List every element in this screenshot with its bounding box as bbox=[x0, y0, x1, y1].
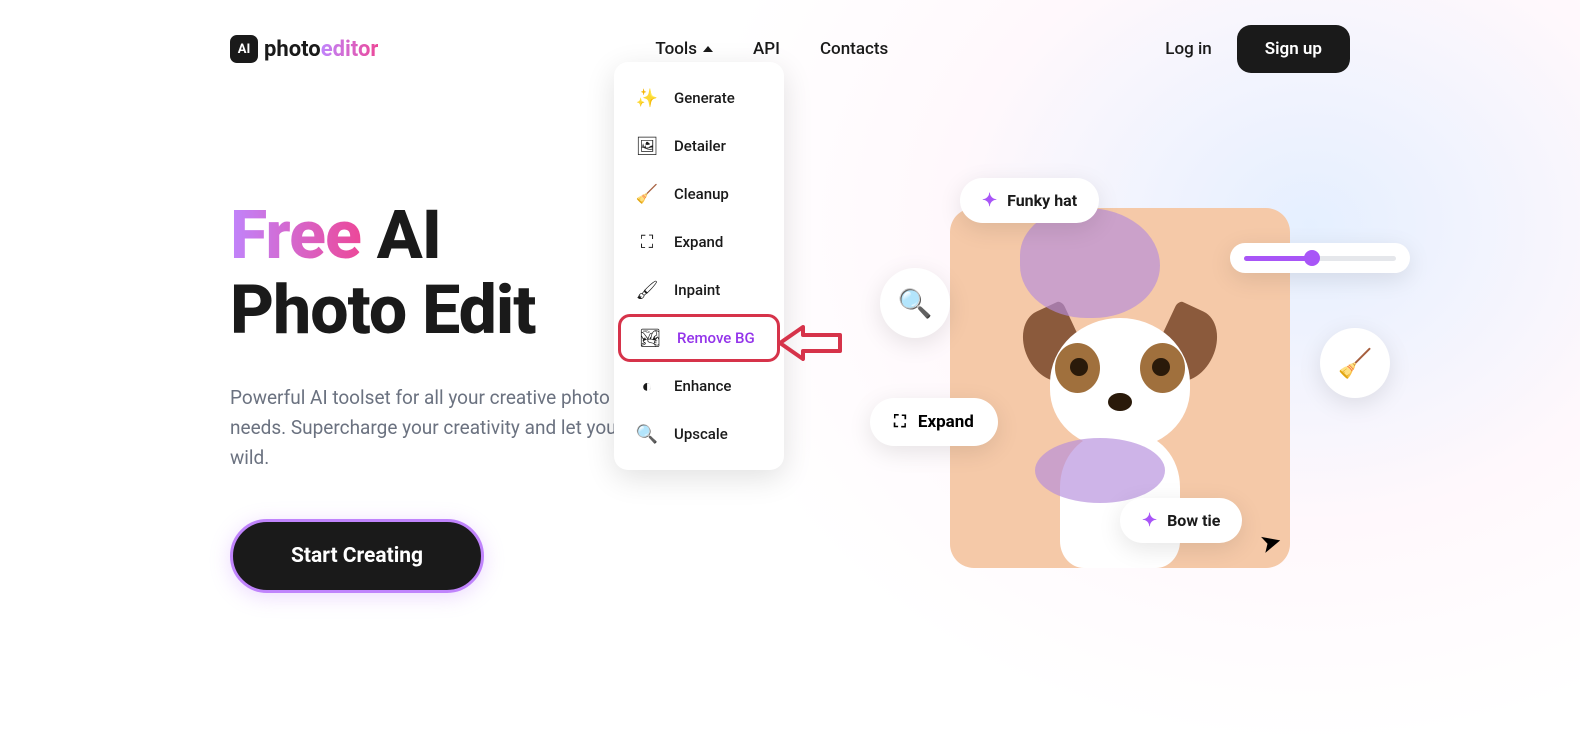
eraser-sparkle-icon: 🧹 bbox=[1338, 347, 1373, 380]
image-icon: 🖼 bbox=[634, 133, 660, 159]
hero-section: Free AIPhoto Edit Powerful AI toolset fo… bbox=[0, 198, 1580, 593]
start-creating-button[interactable]: Start Creating bbox=[230, 519, 484, 593]
dropdown-item-expand[interactable]: ⛶Expand bbox=[614, 218, 784, 266]
sparkle-icon: ✦ bbox=[982, 190, 997, 211]
logo[interactable]: AI photoeditor bbox=[230, 35, 378, 63]
zoom-widget[interactable]: 🔍 bbox=[880, 268, 950, 338]
hero-illustration: ✦Funky hat ✦Bow tie 🔍 🧹 ⛶Expand ➤ bbox=[870, 148, 1350, 648]
slider-track bbox=[1244, 256, 1396, 261]
dropdown-item-remove-bg[interactable]: 🏞Remove BG bbox=[618, 314, 780, 362]
slider-thumb[interactable] bbox=[1304, 250, 1320, 266]
dropdown-item-enhance[interactable]: ◐Enhance bbox=[614, 362, 784, 410]
inpaint-blob-hat bbox=[1020, 208, 1160, 318]
nav-contacts[interactable]: Contacts bbox=[820, 39, 888, 59]
login-link[interactable]: Log in bbox=[1165, 39, 1211, 59]
pill-funky-hat[interactable]: ✦Funky hat bbox=[960, 178, 1099, 223]
wand-icon: ✨ bbox=[634, 85, 660, 111]
tools-dropdown: ✨Generate 🖼Detailer 🧹Cleanup ⛶Expand 🖌In… bbox=[614, 62, 784, 470]
slider-fill bbox=[1244, 256, 1312, 261]
remove-bg-icon: 🏞 bbox=[637, 325, 663, 351]
auth-area: Log in Sign up bbox=[1165, 25, 1350, 73]
dropdown-item-cleanup[interactable]: 🧹Cleanup bbox=[614, 170, 784, 218]
annotation-arrow bbox=[778, 325, 843, 361]
dropdown-item-detailer[interactable]: 🖼Detailer bbox=[614, 122, 784, 170]
enhance-icon: ◐ bbox=[634, 373, 660, 399]
slider-widget[interactable] bbox=[1230, 243, 1410, 273]
sparkle-icon: ✦ bbox=[1142, 510, 1157, 531]
inpaint-blob-bowtie bbox=[1035, 438, 1165, 503]
upscale-icon: 🔍 bbox=[634, 421, 660, 447]
signup-button[interactable]: Sign up bbox=[1237, 25, 1350, 73]
magnifier-icon: 🔍 bbox=[898, 287, 933, 320]
dropdown-item-upscale[interactable]: 🔍Upscale bbox=[614, 410, 784, 458]
caret-up-icon bbox=[703, 46, 713, 52]
nav-tools[interactable]: Tools bbox=[655, 39, 713, 59]
expand-widget[interactable]: ⛶Expand bbox=[870, 398, 998, 446]
logo-text-editor: editor bbox=[321, 37, 379, 62]
dropdown-item-inpaint[interactable]: 🖌Inpaint bbox=[614, 266, 784, 314]
dropdown-item-generate[interactable]: ✨Generate bbox=[614, 74, 784, 122]
eraser-widget[interactable]: 🧹 bbox=[1320, 328, 1390, 398]
eraser-icon: 🧹 bbox=[634, 181, 660, 207]
expand-arrows-icon: ⛶ bbox=[894, 412, 906, 432]
logo-text-photo: photo bbox=[264, 37, 321, 62]
brush-icon: 🖌 bbox=[634, 277, 660, 303]
logo-badge: AI bbox=[230, 35, 258, 63]
nav-api[interactable]: API bbox=[753, 39, 780, 59]
main-nav: Tools API Contacts bbox=[655, 39, 888, 59]
pill-bow-tie[interactable]: ✦Bow tie bbox=[1120, 498, 1242, 543]
header: AI photoeditor Tools API Contacts Log in… bbox=[0, 0, 1580, 98]
expand-icon: ⛶ bbox=[634, 229, 660, 255]
